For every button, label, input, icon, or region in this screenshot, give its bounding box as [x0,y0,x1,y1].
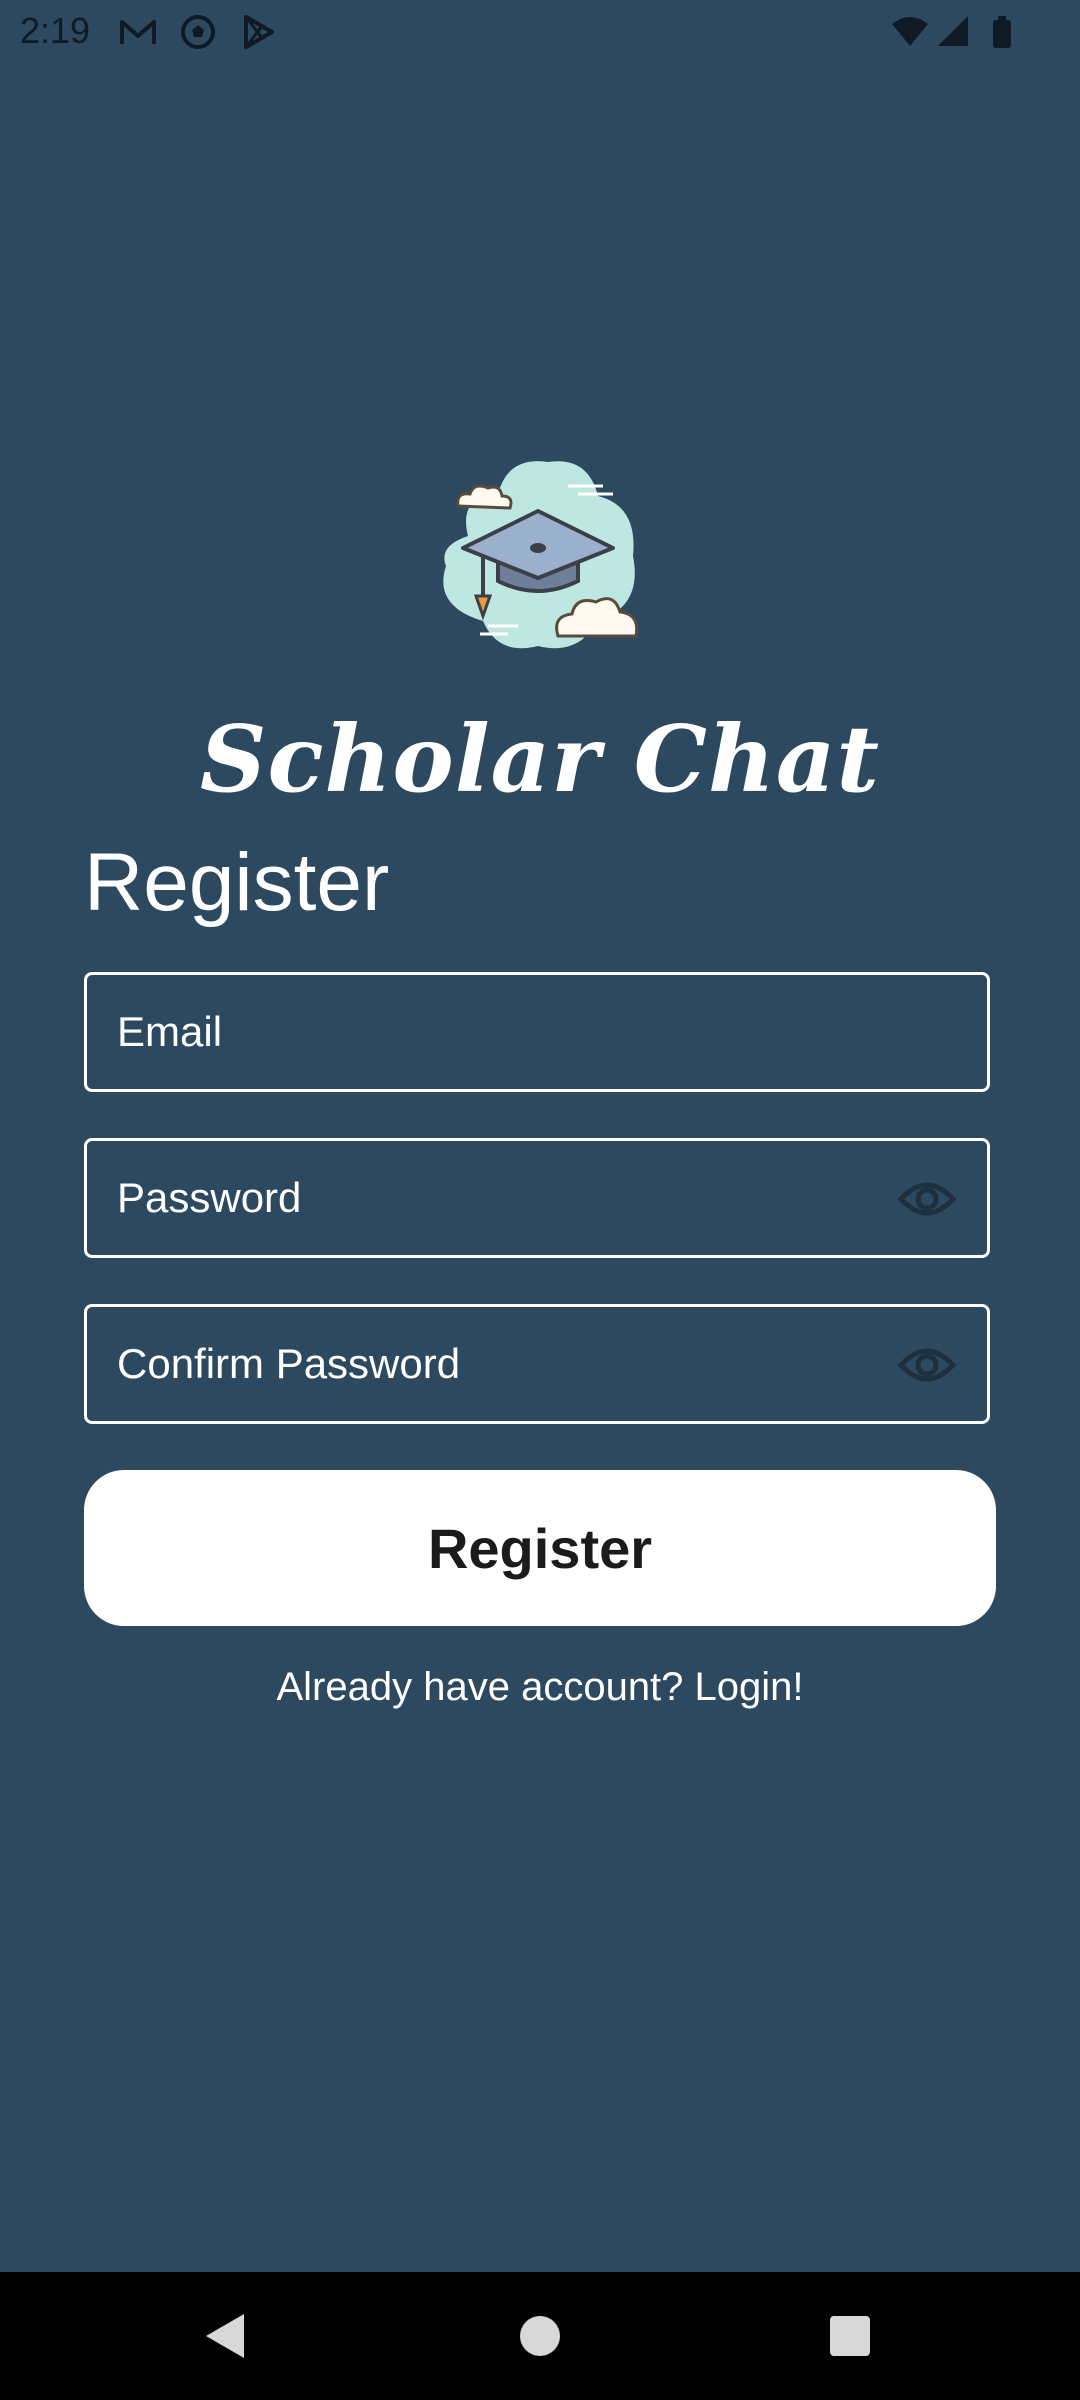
login-link[interactable]: Already have account? Login! [0,1665,1080,1710]
eye-icon[interactable] [897,1177,957,1221]
app-title: Scholar Chat [200,705,880,813]
register-screen: 2:19 Scholar Chat Register Email Registe… [0,0,1080,2400]
page-heading: Register [84,837,390,928]
status-time: 2:19 [20,10,91,51]
graduation-cap-logo [443,461,639,649]
email-field[interactable] [84,972,990,1092]
signal-icon [938,16,968,46]
confirm-password-input[interactable] [117,1307,897,1421]
eye-icon[interactable] [897,1343,957,1387]
home-icon[interactable] [508,2304,572,2368]
password-input[interactable] [117,1141,897,1255]
recents-icon[interactable] [818,2304,882,2368]
gmail-icon [120,20,156,44]
wifi-icon [892,17,928,46]
confirm-password-field[interactable] [84,1304,990,1424]
play-store-icon [244,15,274,49]
email-input[interactable] [117,975,897,1089]
status-bar: 2:19 [0,0,1080,62]
back-icon[interactable] [194,2304,258,2368]
soccer-ball-icon [181,15,215,49]
navigation-bar [0,2272,1080,2400]
password-field[interactable] [84,1138,990,1258]
battery-icon [993,16,1011,48]
register-button[interactable]: Register [84,1470,996,1626]
